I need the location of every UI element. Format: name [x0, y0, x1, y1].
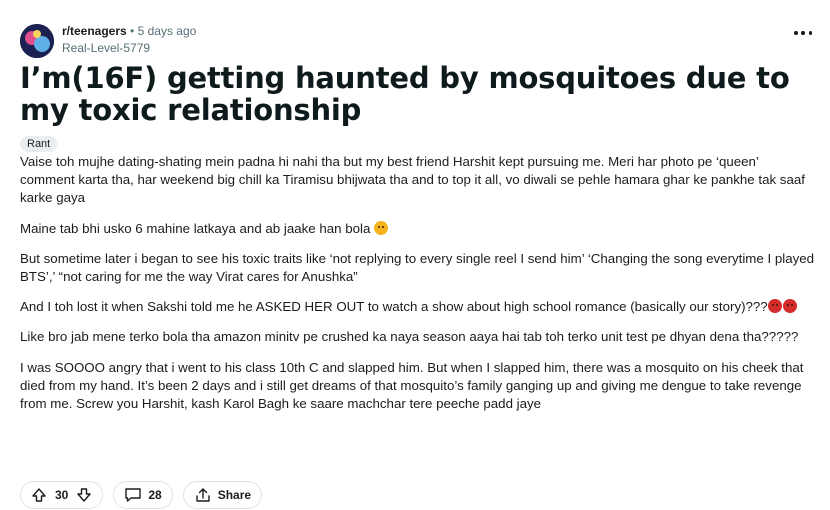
post-flair[interactable]: Rant	[20, 136, 58, 152]
angry-face-emoji	[782, 299, 797, 314]
downvote-icon[interactable]	[76, 487, 92, 503]
more-options-icon[interactable]	[794, 28, 812, 38]
meta-separator: •	[130, 24, 135, 38]
share-button[interactable]: Share	[182, 481, 263, 509]
post-title: I’m(16F) getting haunted by mosquitoes d…	[20, 61, 790, 127]
vote-count: 30	[55, 488, 69, 502]
upvote-icon[interactable]	[31, 487, 47, 503]
share-icon	[194, 487, 212, 503]
post-meta: r/teenagers • 5 days ago Real-Level-5779	[62, 24, 196, 56]
comments-button[interactable]: 28	[113, 481, 173, 509]
heart-eyes-emoji	[374, 220, 389, 235]
post-paragraph: And I toh lost it when Sakshi told me he…	[20, 298, 815, 316]
share-label: Share	[217, 488, 252, 502]
angry-face-emoji	[767, 299, 782, 314]
post-paragraph-text: And I toh lost it when Sakshi told me he…	[20, 299, 768, 315]
post-paragraph: I was SOOOO angry that i went to his cla…	[20, 359, 804, 412]
subreddit-avatar[interactable]	[20, 24, 54, 58]
post-author[interactable]: Real-Level-5779	[62, 41, 196, 56]
comment-count: 28	[148, 488, 162, 502]
post-header: r/teenagers • 5 days ago Real-Level-5779	[20, 24, 196, 58]
post-paragraph-text: Maine tab bhi usko 6 mahine latkaya and …	[20, 220, 371, 236]
post-paragraph: Like bro jab mene terko bola tha amazon …	[20, 329, 799, 345]
comment-icon	[124, 487, 142, 503]
post-body: Vaise toh mujhe dating-shating mein padn…	[20, 153, 815, 425]
subreddit-name[interactable]: r/teenagers	[62, 24, 127, 38]
post-paragraph: Vaise toh mujhe dating-shating mein padn…	[20, 154, 805, 206]
post-paragraph: Maine tab bhi usko 6 mahine latkaya and …	[20, 220, 815, 238]
post-paragraph: But sometime later i began to see his to…	[20, 250, 815, 285]
vote-control: 30	[20, 481, 104, 509]
post-actions: 30 28 Share	[20, 481, 263, 509]
post-time: 5 days ago	[137, 24, 197, 38]
